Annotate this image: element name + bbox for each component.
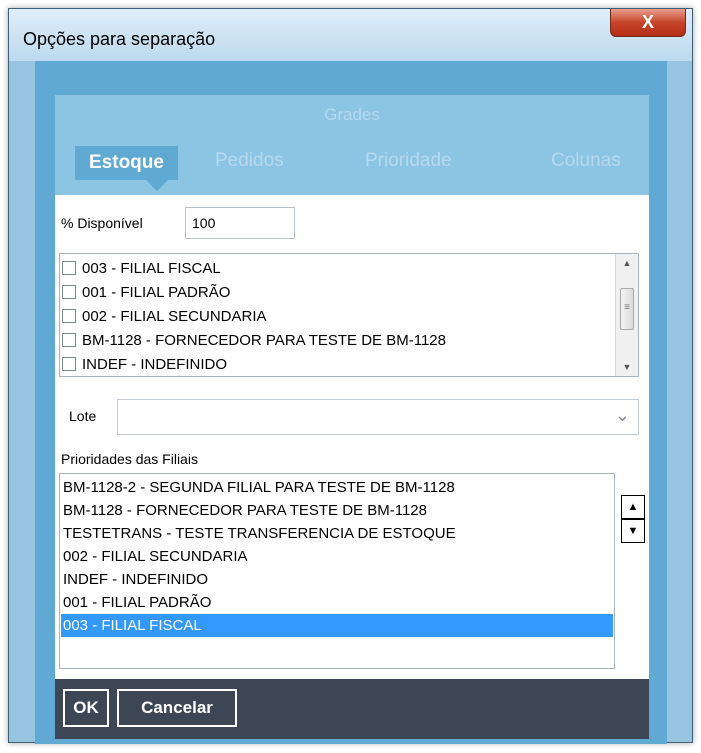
lote-combobox[interactable]: ⌄ (117, 399, 639, 435)
list-item[interactable]: BM-1128-2 - SEGUNDA FILIAL PARA TESTE DE… (61, 476, 613, 499)
active-tab-pointer (145, 179, 169, 191)
tab-group-header: Grades (324, 105, 380, 124)
prioridades-label: Prioridades das Filiais (61, 451, 198, 467)
cancel-button[interactable]: Cancelar (117, 689, 237, 727)
tab-prioridade[interactable]: Prioridade (365, 150, 452, 172)
list-item[interactable]: INDEF - INDEFINIDO (61, 568, 613, 591)
filial-label: 001 - FILIAL PADRÃO (82, 283, 231, 301)
arrow-up-icon: ▲ (627, 501, 639, 513)
prioridades-list[interactable]: BM-1128-2 - SEGUNDA FILIAL PARA TESTE DE… (59, 473, 615, 669)
filiais-checklist[interactable]: 003 - FILIAL FISCAL 001 - FILIAL PADRÃO … (59, 253, 639, 377)
close-icon: X (641, 12, 654, 32)
window-title: Opções para separação (23, 29, 216, 49)
tab-colunas[interactable]: Colunas (551, 150, 621, 172)
scroll-down-icon[interactable]: ▼ (616, 358, 638, 376)
list-item[interactable]: 002 - FILIAL SECUNDARIA (61, 545, 613, 568)
list-item-selected[interactable]: 003 - FILIAL FISCAL (61, 614, 613, 637)
filial-label: 003 - FILIAL FISCAL (82, 259, 221, 277)
ok-button[interactable]: OK (63, 689, 109, 727)
options-dialog: Opções para separação X Grades Estoque P… (8, 8, 693, 744)
scroll-up-icon[interactable]: ▲ (616, 254, 638, 272)
list-item[interactable]: BM-1128 - FORNECEDOR PARA TESTE DE BM-11… (61, 499, 613, 522)
filial-label: BM-1128 - FORNECEDOR PARA TESTE DE BM-11… (82, 331, 446, 349)
lote-label: Lote (69, 408, 97, 424)
estoque-panel: % Disponível 100 003 - FILIAL FISCAL 001… (55, 195, 649, 679)
list-item[interactable]: 001 - FILIAL PADRÃO (62, 280, 230, 304)
title-bar[interactable]: Opções para separação X (9, 9, 692, 61)
filial-label: INDEF - INDEFINIDO (82, 355, 227, 373)
dialog-footer: OK Cancelar (55, 679, 649, 739)
filial-label: 002 - FILIAL SECUNDARIA (82, 307, 267, 325)
list-item[interactable]: 003 - FILIAL FISCAL (62, 256, 221, 280)
checkbox[interactable] (62, 309, 76, 323)
checkbox[interactable] (62, 333, 76, 347)
list-item[interactable]: BM-1128 - FORNECEDOR PARA TESTE DE BM-11… (62, 328, 446, 352)
dialog-body: Grades Estoque Pedidos Prioridade Coluna… (35, 61, 667, 744)
arrow-down-icon: ▼ (627, 525, 639, 537)
close-button[interactable]: X (610, 9, 686, 37)
list-item[interactable]: 002 - FILIAL SECUNDARIA (62, 304, 267, 328)
disponivel-input[interactable]: 100 (185, 207, 295, 239)
tab-pedidos[interactable]: Pedidos (215, 150, 284, 172)
move-down-button[interactable]: ▼ (621, 519, 645, 543)
list-item[interactable]: TESTETRANS - TESTE TRANSFERENCIA DE ESTO… (61, 522, 613, 545)
scroll-thumb[interactable]: ≡ (620, 288, 634, 330)
checklist-scrollbar[interactable]: ▲ ≡ ▼ (615, 254, 638, 376)
checkbox[interactable] (62, 285, 76, 299)
chevron-down-icon[interactable]: ⌄ (615, 405, 630, 426)
checkbox[interactable] (62, 261, 76, 275)
tab-estoque[interactable]: Estoque (75, 146, 178, 180)
move-up-button[interactable]: ▲ (621, 495, 645, 519)
checkbox[interactable] (62, 357, 76, 371)
list-item[interactable]: 001 - FILIAL PADRÃO (61, 591, 613, 614)
disponivel-label: % Disponível (61, 215, 143, 231)
list-item[interactable]: INDEF - INDEFINIDO (62, 352, 227, 376)
